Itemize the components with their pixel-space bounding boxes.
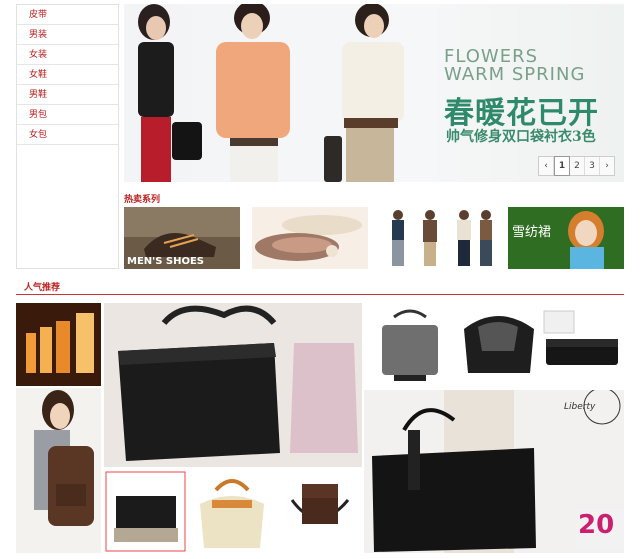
tile-black-handbag-open[interactable] — [458, 303, 538, 387]
thumb-mens-fashion[interactable] — [380, 207, 496, 269]
popular-recommend-label: 人气推荐 — [24, 283, 61, 293]
liberty-text: Liberty — [564, 402, 596, 412]
grey-bag-image — [382, 309, 438, 381]
backpack-model-image — [34, 390, 94, 526]
clutch-image — [543, 310, 618, 365]
tile-grey-bag[interactable] — [364, 303, 456, 387]
tile-gallery[interactable] — [16, 303, 101, 386]
next-arrow-icon[interactable]: › — [600, 157, 614, 175]
hero-subtitle-cn: 帅气修身双口袋衬衣3色 — [446, 129, 596, 145]
tile-backpack-model[interactable] — [16, 388, 101, 553]
prev-arrow-icon[interactable]: ‹ — [539, 157, 554, 175]
tile-clutch[interactable] — [540, 303, 624, 387]
pager-page-1[interactable]: 1 — [554, 156, 570, 176]
thumb-mens-shoes[interactable]: MEN'S SHOES — [124, 207, 240, 269]
beige-bag-image — [200, 479, 264, 548]
hot-series-label: 热卖系列 — [124, 195, 161, 205]
wallet-box-image — [105, 471, 186, 552]
carousel-pager: ‹ 1 2 3 › — [538, 156, 615, 176]
pager-page-3[interactable]: 3 — [585, 157, 600, 175]
hero-title-en: FLOWERS WARM SPRING — [444, 48, 585, 84]
promo-corner-text: 20 — [578, 510, 615, 540]
category-sidebar: 皮带 男装 女装 女鞋 男鞋 男包 女包 — [16, 4, 119, 269]
thumb-snow-chiffon[interactable]: 雪纺裙 — [508, 207, 624, 269]
black-tote-image — [104, 303, 362, 467]
gallery-image — [16, 303, 101, 386]
section-divider — [16, 294, 624, 295]
thumb-womens-flats[interactable] — [252, 207, 368, 269]
pager-page-2[interactable]: 2 — [570, 157, 585, 175]
tile-lace-tote[interactable]: Liberty 20 — [364, 390, 624, 553]
sidebar-item-mens-shoes[interactable]: 男鞋 — [17, 85, 118, 105]
snow-chiffon-caption: 雪纺裙 — [512, 225, 552, 240]
mens-fashion-image — [392, 210, 492, 266]
tile-black-tote[interactable] — [104, 303, 362, 467]
tile-wallet-box[interactable] — [104, 470, 187, 553]
sidebar-item-belts[interactable]: 皮带 — [17, 5, 118, 25]
sidebar-item-womens-bags[interactable]: 女包 — [17, 125, 118, 145]
tile-beige-bag[interactable] — [190, 470, 274, 553]
mens-shoes-caption: MEN'S SHOES — [127, 256, 205, 267]
hero-title-en-line2: WARM SPRING — [444, 64, 586, 85]
sidebar-item-mens-bags[interactable]: 男包 — [17, 105, 118, 125]
sidebar-item-womens-shoes[interactable]: 女鞋 — [17, 65, 118, 85]
brown-messenger-image — [290, 484, 350, 524]
womens-flats-image — [252, 207, 368, 269]
tile-brown-messenger[interactable] — [278, 470, 362, 553]
black-handbag-open-image — [464, 316, 534, 373]
sidebar-item-mens-clothing[interactable]: 男装 — [17, 25, 118, 45]
sidebar-item-womens-clothing[interactable]: 女装 — [17, 45, 118, 65]
hero-models-image — [138, 4, 404, 182]
